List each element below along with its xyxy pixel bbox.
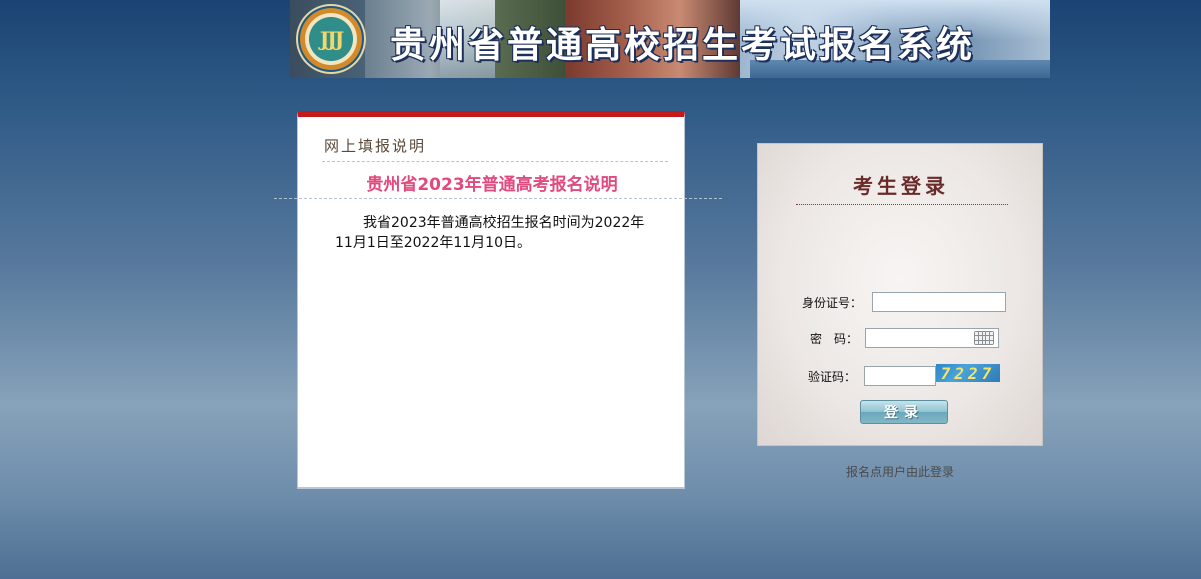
notice-divider-2: [274, 198, 722, 199]
login-divider: [796, 204, 1008, 205]
header-banner: JJJ 贵州省普通高校招生考试报名系统: [290, 0, 1050, 78]
login-button[interactable]: 登录: [860, 400, 948, 424]
captcha-label: 验证码：: [808, 370, 857, 384]
captcha-image[interactable]: 7227: [936, 364, 1000, 383]
site-user-login-link[interactable]: 报名点用户由此登录: [757, 463, 1043, 480]
site-title: 贵州省普通高校招生考试报名系统: [390, 24, 976, 66]
notice-body: 我省2023年普通高校招生报名时间为2022年11月1日至2022年11月10日…: [335, 215, 645, 251]
keyboard-icon[interactable]: [974, 331, 994, 345]
captcha-input[interactable]: [864, 366, 936, 386]
notice-divider: [322, 161, 668, 162]
id-number-input[interactable]: [872, 292, 1006, 312]
logo-glyph: JJJ: [319, 27, 344, 51]
notice-heading: 网上填报说明: [324, 137, 427, 155]
notice-title: 贵州省2023年普通高考报名说明: [366, 175, 618, 195]
provincial-emblem-icon: JJJ: [296, 4, 366, 74]
id-number-label: 身份证号：: [802, 296, 863, 310]
password-label: 密 码：: [810, 332, 859, 346]
login-panel: 考生登录 身份证号： 密 码： 验证码： 7227 登录: [757, 143, 1043, 446]
login-title: 考生登录: [853, 174, 949, 198]
notice-panel: 网上填报说明 贵州省2023年普通高考报名说明 我省2023年普通高校招生报名时…: [274, 111, 722, 489]
